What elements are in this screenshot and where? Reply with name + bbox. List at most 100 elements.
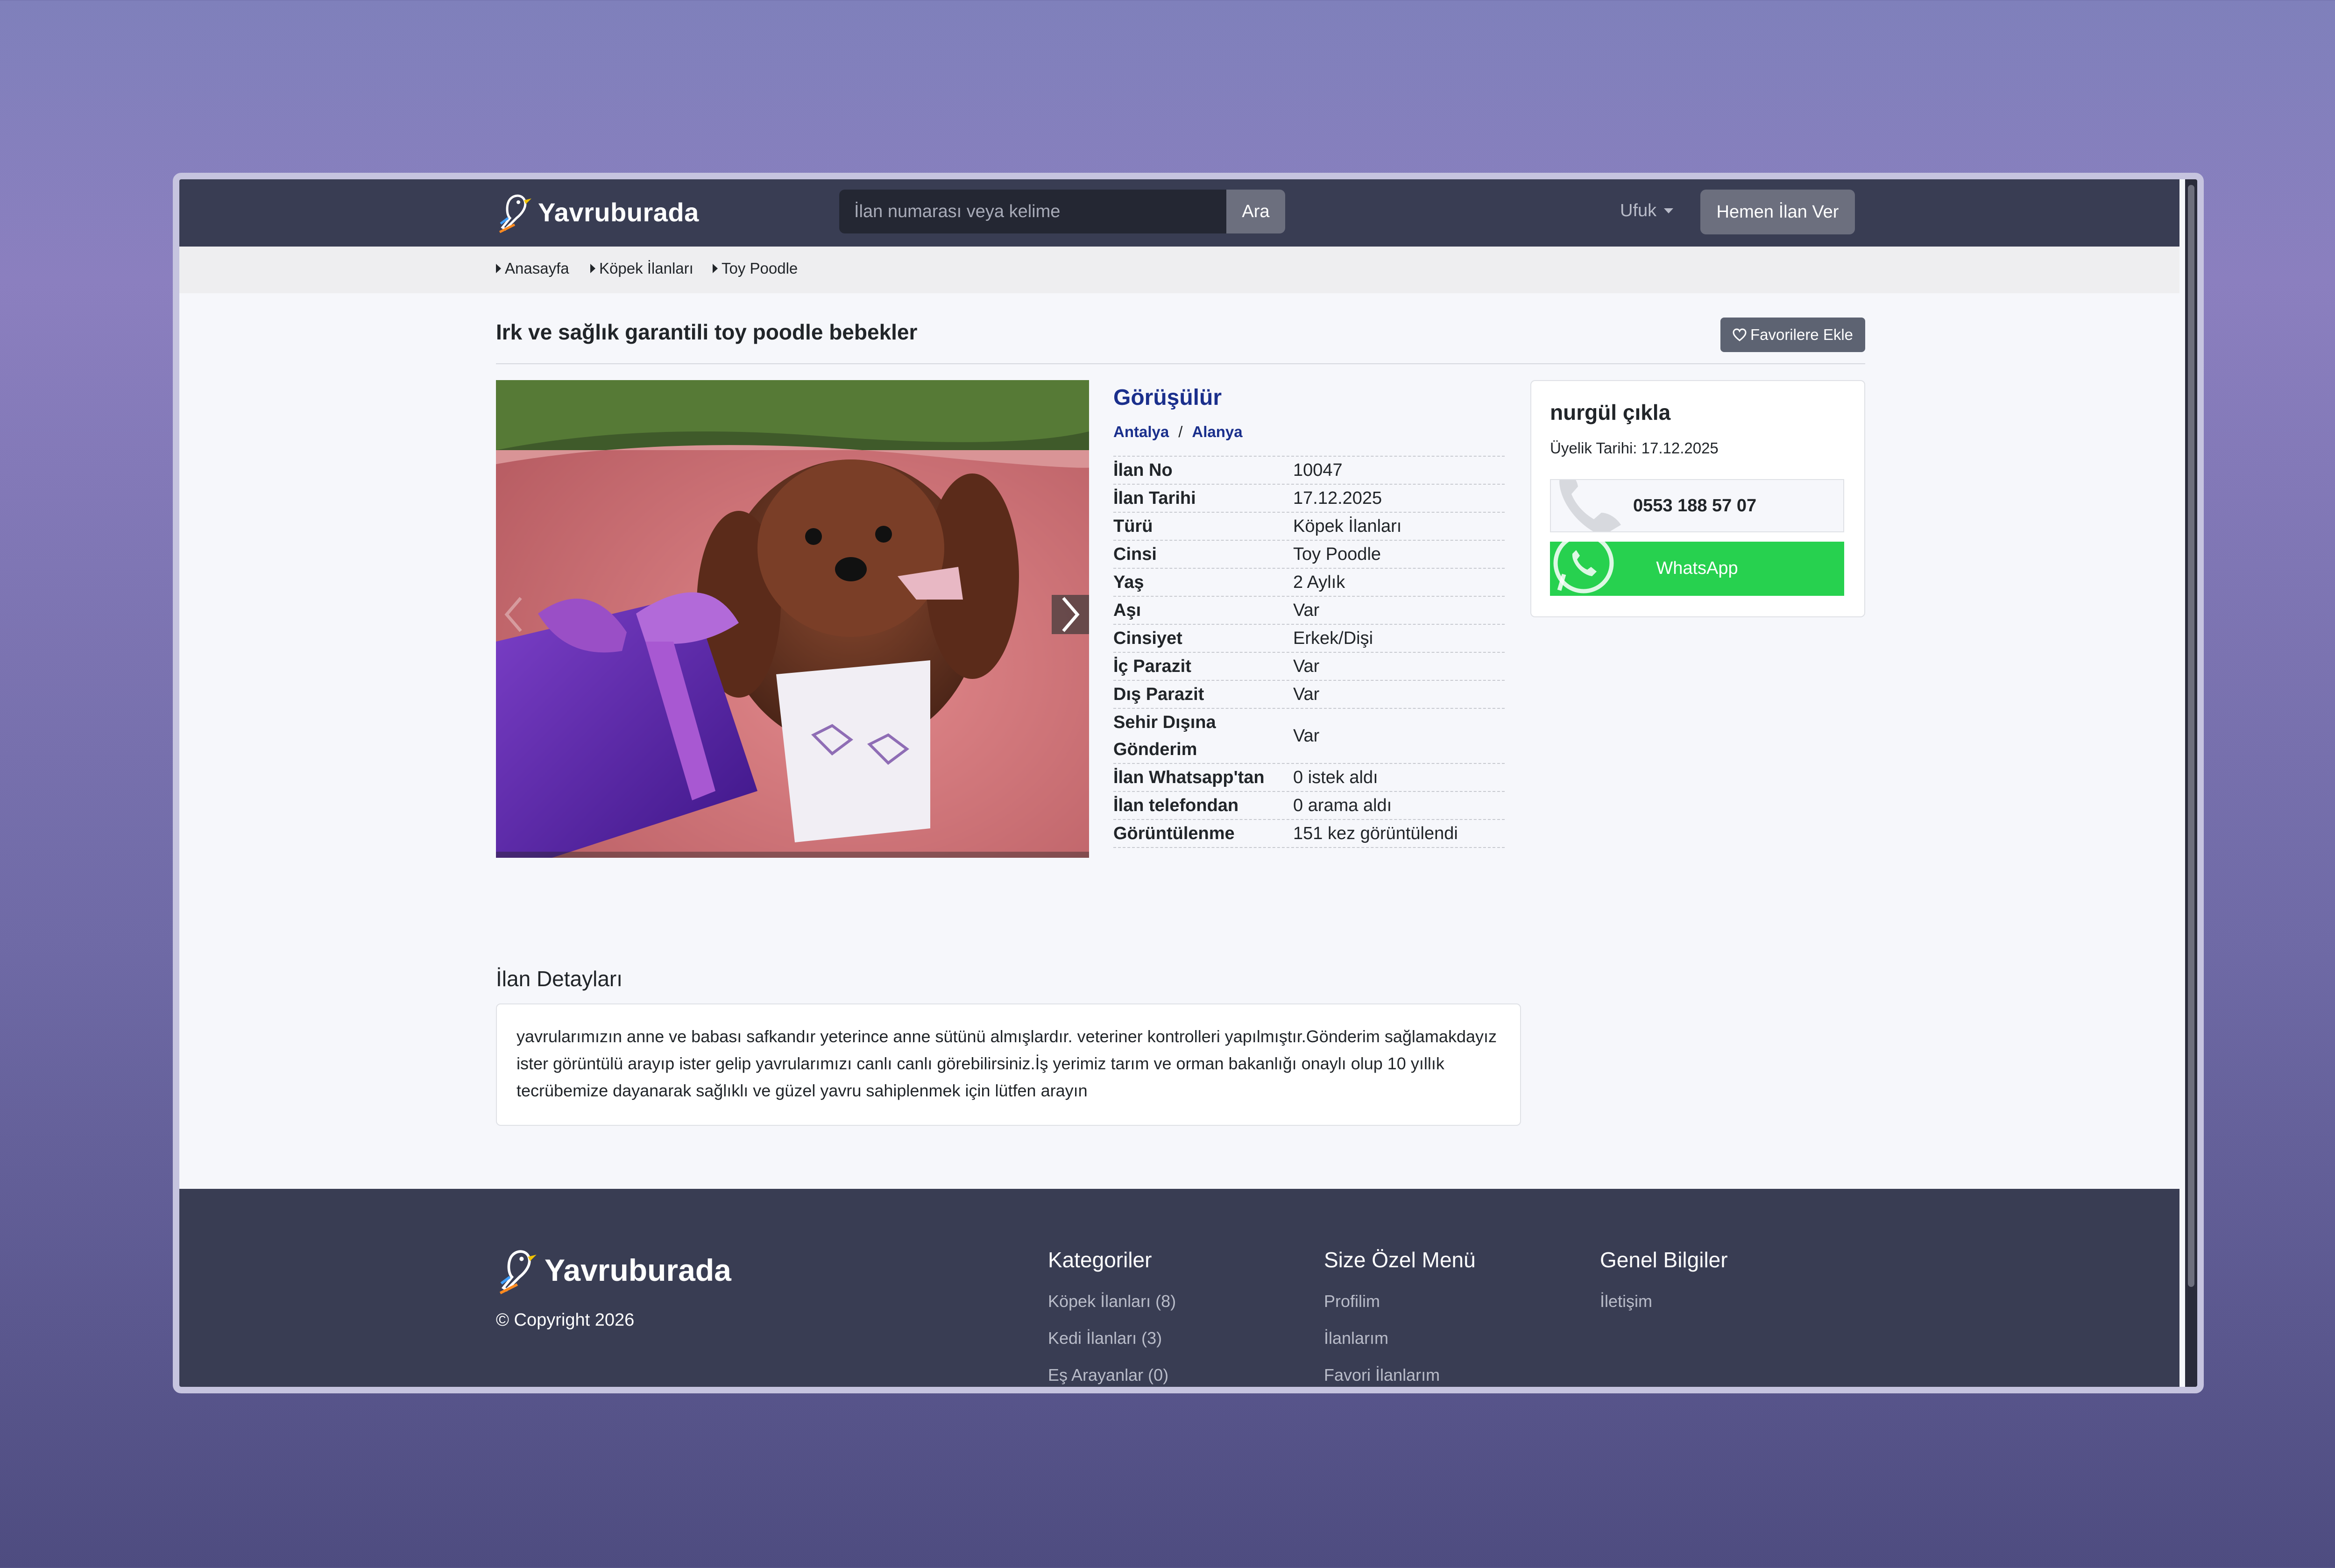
breadcrumb-item-breed[interactable]: Toy Poodle	[713, 260, 798, 277]
search-button[interactable]: Ara	[1226, 190, 1285, 233]
spec-value: 0 arama aldı	[1293, 795, 1392, 815]
search-bar: Ara	[839, 190, 1285, 233]
footer-link[interactable]: Kedi İlanları (3)	[1048, 1320, 1176, 1356]
member-since: Üyelik Tarihi: 17.12.2025	[1550, 439, 1719, 457]
browser-window: Yavruburada Ara Ufuk Hemen İlan Ver Anas…	[173, 173, 2204, 1393]
breadcrumb-label: Toy Poodle	[722, 260, 798, 277]
spec-row: İç Parazit Var	[1113, 653, 1505, 681]
spec-label: Türü	[1113, 516, 1153, 536]
footer-link[interactable]: Eş Arayanlar (0)	[1048, 1356, 1176, 1387]
phone-button[interactable]: 0553 188 57 07	[1550, 479, 1844, 532]
breadcrumb-item-home[interactable]: Anasayfa	[496, 260, 569, 277]
bird-logo-icon	[499, 194, 531, 233]
puppy-photo	[496, 380, 1089, 858]
carousel-next-button[interactable]	[1052, 595, 1089, 634]
breadcrumb: Anasayfa Köpek İlanları Toy Poodle	[179, 247, 2179, 293]
listing-title: Irk ve sağlık garantili toy poodle bebek…	[496, 320, 918, 344]
location-district-link[interactable]: Alanya	[1192, 423, 1242, 441]
seller-card: nurgül çıkla Üyelik Tarihi: 17.12.2025 0…	[1530, 380, 1865, 617]
phone-icon	[1559, 480, 1621, 531]
spec-value: Var	[1293, 656, 1320, 676]
carousel-prev-button[interactable]	[496, 595, 531, 634]
whatsapp-label: WhatsApp	[1656, 558, 1738, 578]
spec-row: Sehir Dışına Gönderim Var	[1113, 709, 1505, 764]
footer-column-categories: Kategoriler Köpek İlanları (8) Kedi İlan…	[1048, 1247, 1176, 1387]
spec-label: İlan No	[1113, 460, 1173, 480]
chevron-down-icon	[1664, 208, 1674, 213]
spec-row: Cinsi Toy Poodle	[1113, 541, 1505, 569]
post-listing-button[interactable]: Hemen İlan Ver	[1700, 190, 1855, 234]
footer-brand-name: Yavruburada	[545, 1253, 731, 1287]
spec-row: Cinsiyet Erkek/Dişi	[1113, 625, 1505, 653]
footer-column-title: Genel Bilgiler	[1600, 1248, 1728, 1272]
spec-value: 10047	[1293, 460, 1343, 480]
scrollbar-thumb[interactable]	[2188, 185, 2194, 1287]
footer-column-title: Kategoriler	[1048, 1248, 1152, 1272]
spec-value: Var	[1293, 726, 1320, 746]
whatsapp-button[interactable]: WhatsApp	[1550, 542, 1844, 596]
location-city-link[interactable]: Antalya	[1113, 423, 1169, 441]
spec-value: 2 Aylık	[1293, 572, 1345, 592]
spec-label: İç Parazit	[1113, 657, 1191, 676]
chevron-right-icon	[1062, 597, 1080, 632]
spec-value: 0 istek aldı	[1293, 767, 1378, 787]
site-header: Yavruburada Ara Ufuk Hemen İlan Ver	[179, 179, 2179, 247]
footer-link[interactable]: Profilim	[1324, 1283, 1476, 1320]
copyright: © Copyright 2026	[496, 1310, 635, 1330]
spec-value: Toy Poodle	[1293, 544, 1381, 564]
spec-row: Dış Parazit Var	[1113, 681, 1505, 709]
spec-value: Erkek/Dişi	[1293, 628, 1373, 648]
spec-row: İlan Tarihi 17.12.2025	[1113, 485, 1505, 513]
listing-photo-carousel[interactable]	[496, 380, 1089, 858]
details-heading: İlan Detayları	[496, 967, 623, 991]
caret-right-icon	[713, 264, 718, 273]
spec-value: 17.12.2025	[1293, 488, 1382, 508]
spec-value: Köpek İlanları	[1293, 516, 1402, 536]
divider	[496, 363, 1865, 364]
spec-label: Sehir Dışına Gönderim	[1113, 713, 1216, 759]
spec-value: 151 kez görüntülendi	[1293, 823, 1458, 843]
chevron-left-icon	[504, 597, 522, 632]
spec-row: İlan telefondan 0 arama aldı	[1113, 792, 1505, 820]
footer-column-user-menu: Size Özel Menü Profilim İlanlarım Favori…	[1324, 1247, 1476, 1387]
spec-row: Görüntülenme 151 kez görüntülendi	[1113, 820, 1505, 848]
scrollbar[interactable]	[2185, 179, 2197, 1387]
footer-link[interactable]: Köpek İlanları (8)	[1048, 1283, 1176, 1320]
spec-row: Yaş 2 Aylık	[1113, 569, 1505, 597]
site-logo[interactable]: Yavruburada	[496, 189, 699, 235]
caret-right-icon	[590, 264, 595, 273]
spec-value: Var	[1293, 600, 1320, 620]
brand-name: Yavruburada	[538, 197, 699, 227]
phone-number: 0553 188 57 07	[1633, 496, 1757, 516]
add-favorite-button[interactable]: Favorilere Ekle	[1720, 318, 1865, 352]
spec-row: Türü Köpek İlanları	[1113, 513, 1505, 541]
search-input[interactable]	[839, 190, 1226, 233]
spec-label: İlan Whatsapp'tan	[1113, 768, 1265, 787]
footer-column-title: Size Özel Menü	[1324, 1248, 1476, 1272]
spec-label: Yaş	[1113, 572, 1144, 592]
footer-logo[interactable]: Yavruburada	[496, 1245, 731, 1295]
site-footer: Yavruburada © Copyright 2026 Kategoriler…	[179, 1189, 2179, 1387]
spec-row: İlan Whatsapp'tan 0 istek aldı	[1113, 764, 1505, 792]
caret-right-icon	[496, 264, 501, 273]
user-menu[interactable]: Ufuk	[1620, 201, 1674, 221]
favorite-label: Favorilere Ekle	[1750, 326, 1854, 343]
spec-row: İlan No 10047	[1113, 457, 1505, 485]
spec-label: Cinsiyet	[1113, 629, 1182, 648]
spec-label: İlan Tarihi	[1113, 488, 1196, 508]
spec-label: Dış Parazit	[1113, 685, 1204, 704]
spec-label: Aşı	[1113, 600, 1141, 620]
heart-icon	[1733, 328, 1747, 341]
breadcrumb-label: Köpek İlanları	[599, 260, 693, 277]
seller-name: nurgül çıkla	[1550, 400, 1671, 424]
footer-link[interactable]: İletişim	[1600, 1283, 1728, 1320]
listing-price: Görüşülür	[1113, 385, 1222, 410]
footer-link[interactable]: İlanlarım	[1324, 1320, 1476, 1356]
footer-link[interactable]: Favori İlanlarım	[1324, 1356, 1476, 1387]
breadcrumb-item-dogs[interactable]: Köpek İlanları	[590, 260, 693, 277]
spec-label: Cinsi	[1113, 544, 1157, 564]
spec-label: Görüntülenme	[1113, 824, 1235, 843]
bird-logo-icon	[499, 1250, 537, 1294]
spec-label: İlan telefondan	[1113, 796, 1239, 815]
user-name: Ufuk	[1620, 201, 1657, 220]
